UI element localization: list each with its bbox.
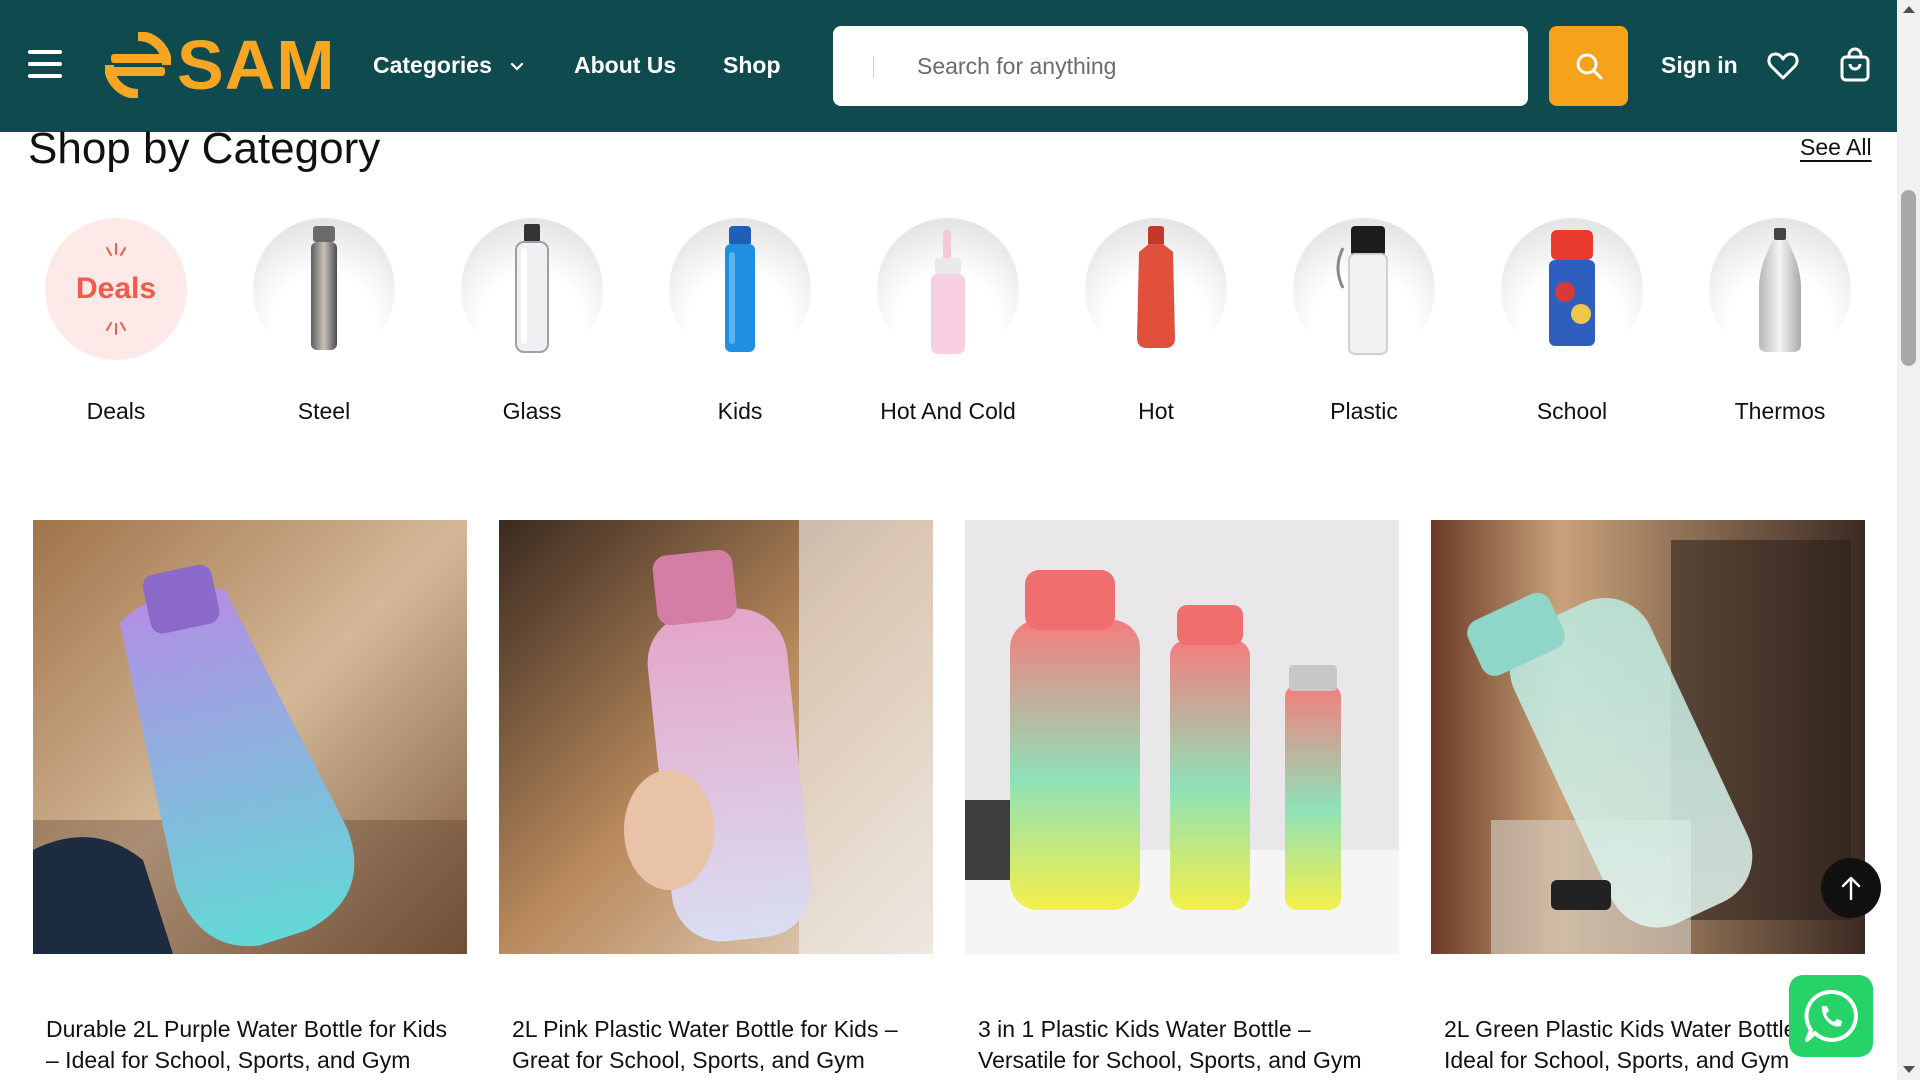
- category-label: Deals: [86, 398, 146, 424]
- search-box: [833, 26, 1528, 106]
- search-icon: [1576, 53, 1602, 80]
- scroll-up-arrow-icon[interactable]: [1903, 6, 1915, 13]
- back-to-top-button[interactable]: [1821, 858, 1881, 918]
- kids-bottle-image: [725, 226, 755, 352]
- hot-and-cold-bottle-image: [931, 230, 965, 354]
- category-deals[interactable]: Deals Deals: [45, 218, 187, 424]
- category-image: [1085, 218, 1227, 360]
- category-label: Kids: [717, 398, 763, 424]
- three-bottle-set-photo: [965, 520, 1399, 954]
- category-hot-and-cold[interactable]: Hot And Cold: [877, 218, 1019, 424]
- category-hot[interactable]: Hot: [1085, 218, 1227, 424]
- product-card[interactable]: 3 in 1 Plastic Kids Water Bottle – Versa…: [965, 520, 1399, 1076]
- product-image[interactable]: [965, 520, 1399, 954]
- heart-icon[interactable]: [1766, 49, 1800, 83]
- nav-categories[interactable]: Categories: [373, 52, 524, 79]
- sign-in-link[interactable]: Sign in: [1661, 52, 1738, 79]
- category-image: [253, 218, 395, 360]
- page-scrollbar[interactable]: [1897, 0, 1920, 1080]
- thermos-bottle-image: [1759, 228, 1801, 352]
- section-title: Shop by Category: [28, 124, 381, 173]
- school-bottle-image: [1549, 230, 1595, 346]
- glass-bottle-image: [515, 224, 549, 353]
- category-image: [877, 218, 1019, 360]
- product-title[interactable]: 2L Pink Plastic Water Bottle for Kids – …: [499, 1014, 919, 1076]
- search-input[interactable]: [917, 46, 1497, 86]
- nav-about-us[interactable]: About Us: [574, 52, 676, 79]
- category-image: [461, 218, 603, 360]
- product-title[interactable]: 3 in 1 Plastic Kids Water Bottle – Versa…: [965, 1014, 1385, 1076]
- sparkle-icon: [106, 322, 126, 335]
- category-label: Hot: [1138, 398, 1174, 424]
- category-image: [669, 218, 811, 360]
- plastic-bottle-image: [1336, 226, 1388, 355]
- hamburger-menu-icon[interactable]: [28, 50, 62, 78]
- category-label: Hot And Cold: [880, 398, 1016, 424]
- shopping-bag-icon[interactable]: [1838, 47, 1872, 83]
- product-card[interactable]: Durable 2L Purple Water Bottle for Kids …: [33, 520, 467, 1076]
- category-label: Glass: [502, 398, 562, 424]
- category-steel[interactable]: Steel: [253, 218, 395, 424]
- product-image[interactable]: [499, 520, 933, 954]
- category-image: [1709, 218, 1851, 360]
- whatsapp-chat-button[interactable]: [1789, 975, 1873, 1057]
- category-image: [1501, 218, 1643, 360]
- hot-water-bag-image: [1137, 226, 1175, 348]
- product-image[interactable]: [33, 520, 467, 954]
- nav-shop[interactable]: Shop: [723, 52, 781, 79]
- sparkle-icon: [106, 243, 126, 256]
- arrow-up-icon: [1841, 876, 1861, 901]
- product-title[interactable]: Durable 2L Purple Water Bottle for Kids …: [33, 1014, 453, 1076]
- pink-bottle-photo: [499, 520, 933, 954]
- category-glass[interactable]: Glass: [461, 218, 603, 424]
- logo-mark-icon: [105, 32, 171, 98]
- logo-text: SAM: [177, 26, 336, 104]
- category-kids[interactable]: Kids: [669, 218, 811, 424]
- category-label: Thermos: [1734, 398, 1826, 424]
- search-button[interactable]: [1549, 26, 1628, 106]
- search-divider: [873, 56, 874, 78]
- scrollbar-thumb[interactable]: [1901, 190, 1916, 366]
- whatsapp-icon: [1804, 989, 1858, 1042]
- site-logo[interactable]: SAM: [105, 30, 336, 100]
- product-title[interactable]: 2L Green Plastic Kids Water Bottle – Ide…: [1431, 1014, 1851, 1076]
- category-label: Steel: [297, 398, 351, 424]
- green-bottle-photo: [1431, 520, 1865, 954]
- chevron-down-icon: [511, 62, 524, 71]
- category-deals-badge: Deals: [45, 218, 187, 360]
- category-school[interactable]: School: [1501, 218, 1643, 424]
- category-label: Plastic: [1330, 398, 1398, 424]
- purple-bottle-photo: [33, 520, 467, 954]
- see-all-link[interactable]: See All: [1800, 134, 1872, 161]
- category-label: School: [1536, 398, 1608, 424]
- deals-badge-text: Deals: [75, 272, 157, 305]
- category-thermos[interactable]: Thermos: [1709, 218, 1851, 424]
- category-image: [1293, 218, 1435, 360]
- nav-categories-label: Categories: [373, 52, 492, 78]
- product-image[interactable]: [1431, 520, 1865, 954]
- category-plastic[interactable]: Plastic: [1293, 218, 1435, 424]
- steel-bottle-image: [311, 226, 337, 350]
- scroll-down-arrow-icon[interactable]: [1903, 1066, 1915, 1073]
- site-header: SAM Categories About Us Shop Sign in: [0, 0, 1897, 132]
- product-card[interactable]: 2L Pink Plastic Water Bottle for Kids – …: [499, 520, 933, 1076]
